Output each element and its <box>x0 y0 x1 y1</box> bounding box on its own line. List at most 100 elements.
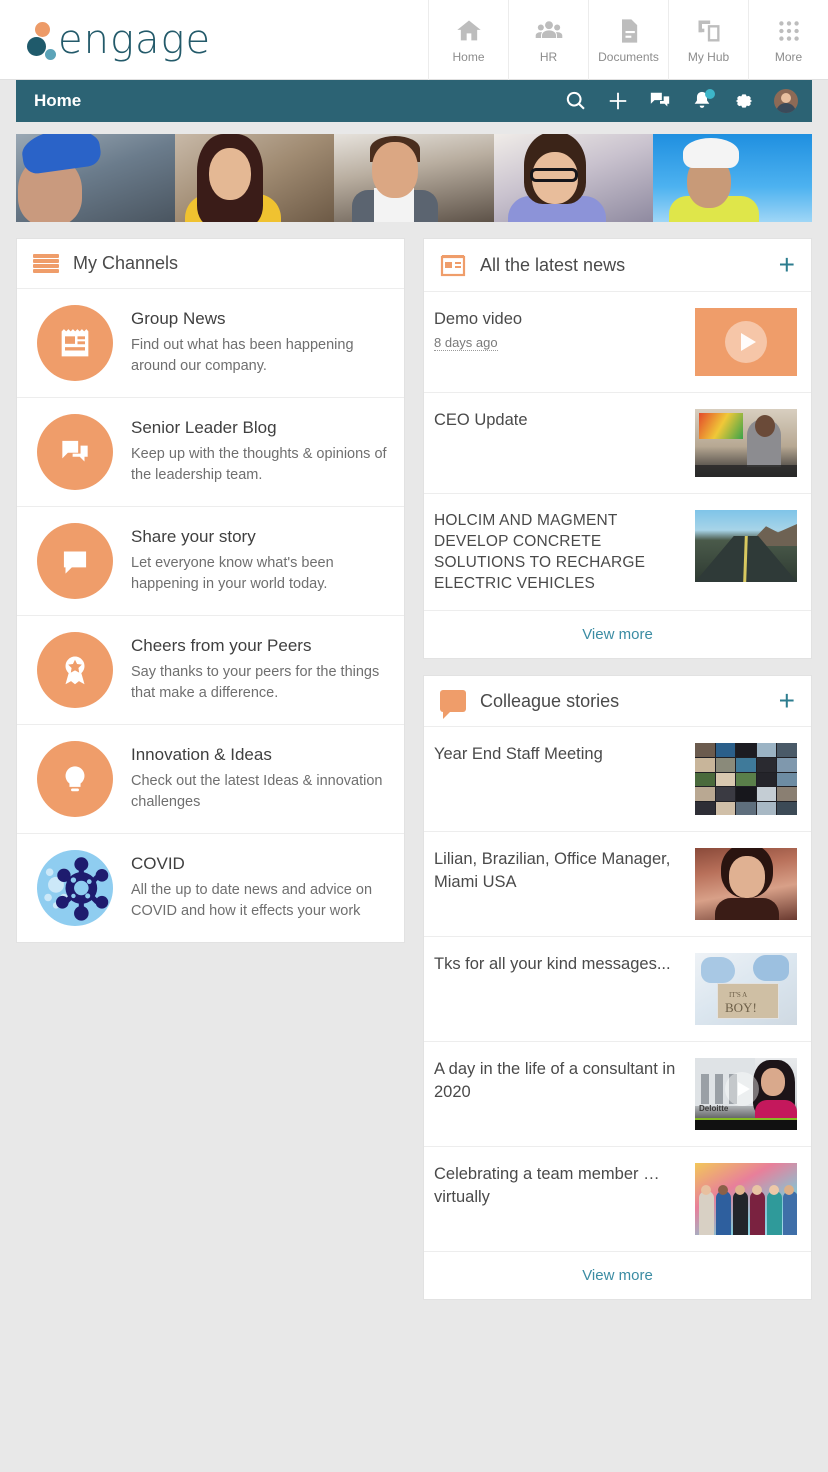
story-item-lilian[interactable]: Lilian, Brazilian, Office Manager, Miami… <box>424 832 811 938</box>
channel-name: Innovation & Ideas <box>131 745 272 764</box>
news-item-demo-video[interactable]: Demo video 8 days ago <box>424 292 811 393</box>
nav-label: Documents <box>598 49 659 64</box>
document-icon <box>614 16 644 46</box>
story-title: Year End Staff Meeting <box>434 745 603 764</box>
nav-item-more[interactable]: More <box>748 0 828 80</box>
my-channels-title: My Channels <box>73 253 179 273</box>
news-thumbnail-ceo[interactable] <box>695 409 797 477</box>
banner-panel-barista <box>334 134 494 222</box>
top-bar: engage Home HR Documents My Hub More <box>0 0 828 80</box>
channel-description: Say thanks to your peers for the things … <box>131 664 380 702</box>
nav-item-my-hub[interactable]: My Hub <box>668 0 748 80</box>
virus-icon <box>37 850 113 926</box>
channel-description: Keep up with the thoughts & opinions of … <box>131 446 387 484</box>
latest-news-header: All the latest news + <box>424 239 811 292</box>
banner-panel-office-woman <box>175 134 335 222</box>
channel-item-group-news[interactable]: Group News Find out what has been happen… <box>17 289 404 398</box>
channel-name: Share your story <box>131 527 256 546</box>
story-title: Celebrating a team member … virtually <box>434 1165 660 1206</box>
nav-label: More <box>774 49 803 64</box>
people-icon <box>534 16 564 46</box>
story-thumbnail-team[interactable] <box>695 1163 797 1236</box>
nav-label: My Hub <box>687 49 730 64</box>
channel-name: COVID <box>131 854 185 873</box>
page-header-bar: Home <box>16 80 812 122</box>
chat-bubbles-icon <box>37 414 113 490</box>
channel-item-cheers-from-your-peers[interactable]: Cheers from your Peers Say thanks to you… <box>17 616 404 725</box>
right-column: All the latest news + Demo video 8 days … <box>423 238 812 1301</box>
story-thumbnail-portrait[interactable] <box>695 848 797 921</box>
nav-item-home[interactable]: Home <box>428 0 508 80</box>
banner-panel-construction-worker <box>16 134 176 222</box>
banner-panel-designer <box>493 134 653 222</box>
page-title: Home <box>34 91 82 110</box>
header-actions <box>564 89 798 113</box>
nav-label: Home <box>452 49 485 64</box>
story-thumbnail-consultant-video[interactable]: Deloitte <box>695 1058 797 1131</box>
latest-news-title: All the latest news <box>480 254 626 275</box>
avatar[interactable] <box>774 89 798 113</box>
story-thumbnail-video-grid[interactable] <box>695 743 797 816</box>
colleague-stories-title: Colleague stories <box>480 690 620 711</box>
add-icon[interactable] <box>606 89 630 113</box>
notification-badge <box>705 89 715 99</box>
award-rosette-icon <box>37 632 113 708</box>
story-title: A day in the life of a consultant in 202… <box>434 1060 676 1101</box>
channel-description: Check out the latest Ideas & innovation … <box>131 773 383 811</box>
play-icon <box>725 321 767 363</box>
channel-item-covid[interactable]: COVID All the up to date news and advice… <box>17 834 404 942</box>
news-thumbnail-road[interactable] <box>695 510 797 582</box>
colleague-stories-card: Colleague stories + Year End Staff Meeti… <box>423 675 812 1301</box>
newspaper-icon <box>37 305 113 381</box>
add-story-button[interactable]: + <box>779 687 795 715</box>
story-item-thanks-messages[interactable]: Tks for all your kind messages... IT'S A… <box>424 937 811 1043</box>
channel-description: Find out what has been happening around … <box>131 337 354 375</box>
banner-panel-engineer <box>652 134 812 222</box>
speech-bubble-icon <box>37 523 113 599</box>
story-item-celebrating-team-member[interactable]: Celebrating a team member … virtually <box>424 1147 811 1253</box>
news-date: 8 days ago <box>434 335 498 352</box>
logo[interactable]: engage <box>0 18 211 62</box>
channel-item-senior-leader-blog[interactable]: Senior Leader Blog Keep up with the thou… <box>17 398 404 507</box>
news-title: CEO Update <box>434 411 528 429</box>
news-item-ceo-update[interactable]: CEO Update <box>424 393 811 494</box>
notifications-icon[interactable] <box>690 89 715 113</box>
logo-text: engage <box>58 16 212 63</box>
chat-icon[interactable] <box>648 89 672 113</box>
channel-name: Senior Leader Blog <box>131 418 277 437</box>
nav-label: HR <box>539 49 558 64</box>
channel-description: Let everyone know what's been happening … <box>131 555 334 593</box>
hero-banner <box>16 134 812 222</box>
stories-view-more-link[interactable]: View more <box>424 1252 811 1299</box>
left-column: My Channels Group News Find out what has… <box>16 238 405 943</box>
story-thumbnail-its-a-boy[interactable]: IT'S A BOY! <box>695 953 797 1026</box>
latest-news-card: All the latest news + Demo video 8 days … <box>423 238 812 660</box>
news-view-more-link[interactable]: View more <box>424 611 811 658</box>
news-thumbnail-video[interactable] <box>695 308 797 376</box>
nav-item-hr[interactable]: HR <box>508 0 588 80</box>
channel-name: Group News <box>131 309 226 328</box>
search-icon[interactable] <box>564 89 588 113</box>
channel-item-share-your-story[interactable]: Share your story Let everyone know what'… <box>17 507 404 616</box>
hamburger-icon <box>33 253 59 274</box>
my-channels-header: My Channels <box>17 239 404 289</box>
channel-item-innovation-and-ideas[interactable]: Innovation & Ideas Check out the latest … <box>17 725 404 834</box>
channel-name: Cheers from your Peers <box>131 636 312 655</box>
speech-bubble-icon <box>440 690 466 720</box>
main-content: My Channels Group News Find out what has… <box>0 222 828 1301</box>
story-item-consultant-day[interactable]: A day in the life of a consultant in 202… <box>424 1042 811 1148</box>
hub-icon <box>694 16 724 46</box>
nav-item-documents[interactable]: Documents <box>588 0 668 80</box>
home-icon <box>454 16 484 46</box>
colleague-stories-header: Colleague stories + <box>424 676 811 728</box>
settings-icon[interactable] <box>732 89 756 113</box>
my-channels-card: My Channels Group News Find out what has… <box>16 238 405 943</box>
newspaper-outline-icon <box>440 253 466 277</box>
news-title: HOLCIM AND MAGMENT DEVELOP CONCRETE SOLU… <box>434 512 646 593</box>
story-item-year-end-staff-meeting[interactable]: Year End Staff Meeting <box>424 727 811 833</box>
primary-navigation: Home HR Documents My Hub More <box>428 0 828 80</box>
news-item-holcim[interactable]: HOLCIM AND MAGMENT DEVELOP CONCRETE SOLU… <box>424 494 811 612</box>
news-title: Demo video <box>434 310 523 328</box>
story-title: Tks for all your kind messages... <box>434 955 671 974</box>
add-news-button[interactable]: + <box>779 251 795 279</box>
